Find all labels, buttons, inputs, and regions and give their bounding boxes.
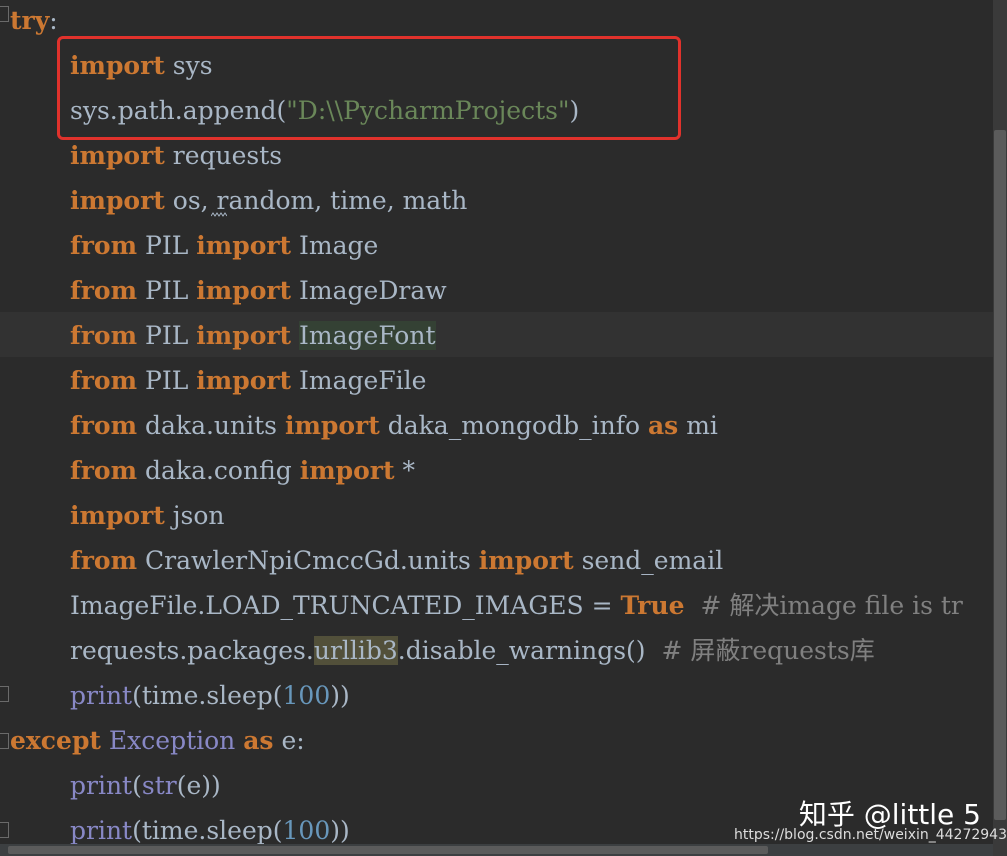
code-line-6[interactable]: from PIL import Image: [70, 223, 378, 268]
code-text: )): [330, 816, 350, 845]
keyword: as: [243, 726, 274, 755]
keyword: from: [70, 411, 138, 440]
code-line-11[interactable]: from daka.config import *: [70, 448, 415, 493]
keyword: import: [196, 321, 292, 350]
code-text: requests.packages.: [70, 636, 314, 665]
keyword: import: [70, 186, 165, 215]
highlighted-identifier: ImageFont: [299, 321, 436, 350]
number-literal: 100: [282, 681, 331, 710]
vertical-scrollbar-thumb[interactable]: [994, 130, 1006, 820]
code-text: e:: [273, 726, 305, 755]
code-line-18[interactable]: print(str(e)): [70, 763, 221, 808]
code-text: Image: [291, 231, 379, 260]
builtin-function: print: [70, 771, 133, 800]
code-line-15[interactable]: requests.packages.urllib3.disable_warnin…: [70, 628, 875, 673]
builtin-function: print: [70, 681, 133, 710]
code-text: )): [330, 681, 350, 710]
builtin-function: print: [70, 816, 133, 845]
code-line-12[interactable]: import json: [70, 493, 225, 538]
warning-squiggle-icon: [211, 212, 227, 217]
fold-marker-icon[interactable]: [0, 6, 9, 22]
code-text: os, random, time, math: [164, 186, 468, 215]
keyword: import: [70, 141, 165, 170]
keyword: from: [70, 276, 138, 305]
code-comment: # 屏蔽requests库: [645, 636, 875, 665]
code-text: (time.sleep(: [132, 681, 283, 710]
code-line-17[interactable]: except Exception as e:: [10, 718, 305, 763]
fold-marker-icon[interactable]: [0, 733, 9, 749]
highlighted-identifier: urllib3: [313, 636, 398, 665]
keyword: try: [10, 6, 50, 35]
code-line-10[interactable]: from daka.units import daka_mongodb_info…: [70, 403, 718, 448]
keyword: import: [284, 411, 380, 440]
fold-marker-icon[interactable]: [0, 686, 9, 702]
fold-marker-icon[interactable]: [0, 822, 9, 838]
code-line-8[interactable]: from PIL import ImageFont: [70, 313, 436, 358]
keyword: from: [70, 456, 138, 485]
keyword: from: [70, 366, 138, 395]
code-text: (e)): [176, 771, 221, 800]
code-text: requests: [164, 141, 283, 170]
keyword: import: [70, 501, 165, 530]
keyword: from: [70, 231, 138, 260]
horizontal-scrollbar[interactable]: [0, 844, 993, 856]
code-text: (time.sleep(: [132, 816, 283, 845]
keyword: as: [647, 411, 679, 440]
code-line-13[interactable]: from CrawlerNpiCmccGd.units import send_…: [70, 538, 723, 583]
keyword: import: [196, 231, 292, 260]
code-editor[interactable]: try: import sys sys.path.append("D:\\Pyc…: [0, 0, 993, 856]
keyword: from: [70, 546, 138, 575]
code-text: PIL: [137, 231, 197, 260]
code-text: .disable_warnings(): [397, 636, 646, 665]
code-text: ImageDraw: [291, 276, 447, 305]
code-text: :: [49, 6, 58, 35]
code-text: ImageFile.LOAD_TRUNCATED_IMAGES =: [70, 591, 621, 620]
code-text: json: [164, 501, 225, 530]
code-comment: # 解决image file is tr: [684, 591, 963, 620]
code-text: CrawlerNpiCmccGd.units: [137, 546, 479, 575]
code-text: PIL: [137, 321, 197, 350]
code-text: daka.config: [137, 456, 300, 485]
code-line-14[interactable]: ImageFile.LOAD_TRUNCATED_IMAGES = True #…: [70, 583, 963, 628]
keyword: except: [10, 726, 101, 755]
code-text: daka_mongodb_info: [379, 411, 648, 440]
code-line-9[interactable]: from PIL import ImageFile: [70, 358, 426, 403]
horizontal-scrollbar-thumb[interactable]: [8, 846, 768, 854]
code-text: *: [394, 456, 415, 485]
keyword: import: [196, 276, 292, 305]
keyword: import: [196, 366, 292, 395]
code-line-1[interactable]: try:: [10, 0, 58, 43]
vertical-scrollbar[interactable]: [993, 0, 1007, 856]
keyword: from: [70, 321, 138, 350]
code-text: mi: [678, 411, 718, 440]
number-literal: 100: [282, 816, 331, 845]
builtin-class: Exception: [108, 726, 236, 755]
code-text: (: [132, 771, 142, 800]
code-text: ImageFile: [291, 366, 427, 395]
builtin-function: str: [141, 771, 177, 800]
code-text: daka.units: [137, 411, 285, 440]
code-line-16[interactable]: print(time.sleep(100)): [70, 673, 350, 718]
annotation-highlight-box: [57, 36, 681, 140]
keyword: True: [620, 591, 685, 620]
keyword: import: [299, 456, 395, 485]
code-text: send_email: [573, 546, 724, 575]
code-line-5[interactable]: import os, random, time, math: [70, 178, 467, 223]
watermark-url: https://blog.csdn.net/weixin_44272943: [733, 827, 1007, 843]
code-line-7[interactable]: from PIL import ImageDraw: [70, 268, 447, 313]
code-text: PIL: [137, 276, 197, 305]
code-text: PIL: [137, 366, 197, 395]
keyword: import: [478, 546, 574, 575]
